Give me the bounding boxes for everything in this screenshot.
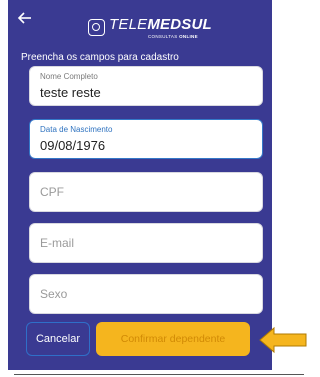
email-placeholder: E-mail: [40, 236, 75, 250]
app-logo: TELEMEDSUL CONSULTAS ONLINE: [88, 16, 212, 42]
arrow-pointer-icon: [258, 326, 308, 354]
full-name-label: Nome Completo: [40, 72, 98, 81]
full-name-field[interactable]: Nome Completo teste reste: [29, 66, 263, 106]
cpf-placeholder: CPF: [40, 185, 64, 199]
logo-tagline-prefix: CONSULTAS: [148, 34, 178, 39]
bottom-divider: [14, 374, 304, 375]
birth-date-field[interactable]: Data de Nascimento 09/08/1976: [29, 119, 263, 159]
logo-wordmark: TELEMEDSUL: [109, 16, 212, 34]
form-title: Preencha os campos para cadastro: [21, 52, 179, 63]
back-arrow-icon[interactable]: [16, 9, 34, 27]
sex-placeholder: Sexo: [40, 287, 68, 301]
logo-medsul: MEDSUL: [147, 16, 212, 33]
logo-tagline-bold: ONLINE: [179, 34, 198, 39]
logo-tagline: CONSULTAS ONLINE: [148, 34, 198, 39]
logo-tele: TELE: [109, 16, 148, 33]
full-name-value[interactable]: teste reste: [40, 85, 101, 100]
cpf-field[interactable]: CPF: [29, 172, 263, 212]
confirm-dependent-button[interactable]: Confirmar dependente: [96, 322, 250, 356]
app-screen: TELEMEDSUL CONSULTAS ONLINE Preencha os …: [8, 0, 272, 370]
telemedsul-logo-icon: [88, 19, 105, 36]
cancel-button[interactable]: Cancelar: [26, 322, 90, 356]
sex-field[interactable]: Sexo: [29, 274, 263, 314]
email-field[interactable]: E-mail: [29, 223, 263, 263]
birth-date-value[interactable]: 09/08/1976: [40, 138, 105, 153]
birth-date-label: Data de Nascimento: [40, 125, 113, 134]
